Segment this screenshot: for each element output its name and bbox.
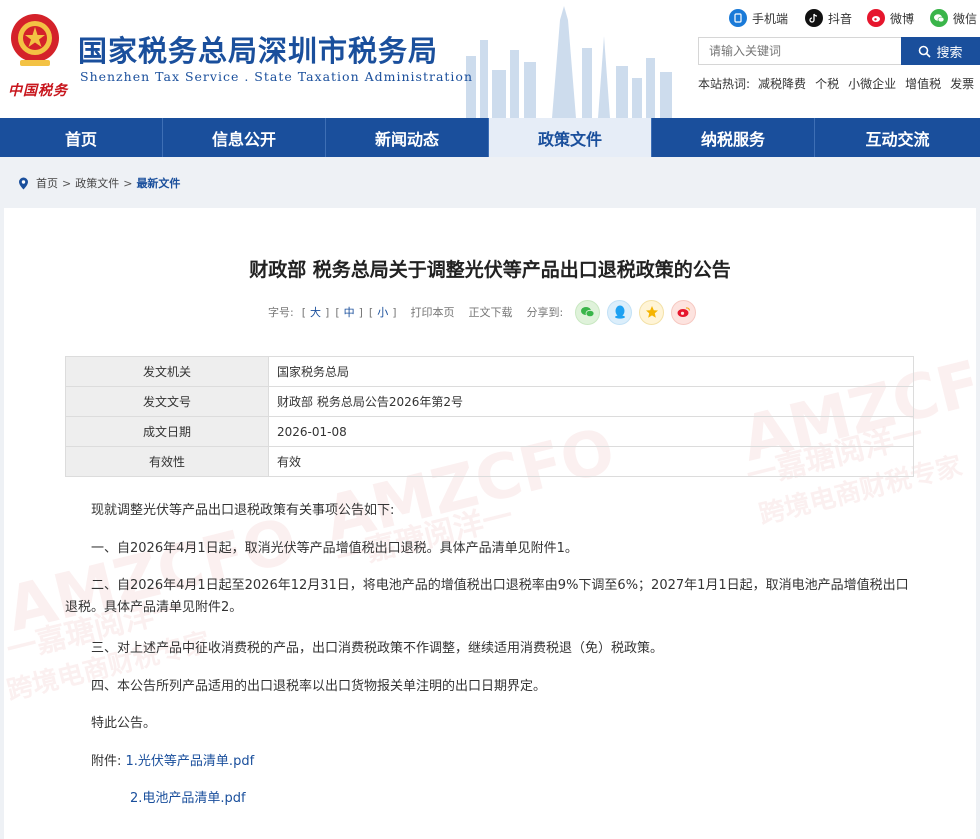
print-page-link[interactable]: 打印本页 bbox=[411, 304, 455, 320]
search-input[interactable] bbox=[698, 37, 901, 65]
mobile-icon bbox=[729, 9, 747, 27]
social-wechat-link[interactable]: 微信 bbox=[930, 9, 977, 27]
national-emblem-icon bbox=[11, 14, 59, 66]
share-qzone-icon[interactable] bbox=[639, 299, 665, 325]
attachment-label: 附件: bbox=[91, 754, 122, 769]
breadcrumb-separator: > bbox=[123, 176, 133, 190]
body-intro: 现就调整光伏等产品出口退税政策有关事项公告如下: bbox=[91, 503, 395, 518]
attachment-row-1: 附件: 1.光伏等产品清单.pdf bbox=[91, 751, 691, 773]
table-row: 有效性 有效 bbox=[65, 446, 914, 477]
nav-item-news[interactable]: 新闻动态 bbox=[326, 118, 489, 157]
font-size-small[interactable]: 小 bbox=[377, 304, 388, 320]
meta-value: 2026-01-08 bbox=[268, 416, 914, 447]
wechat-icon bbox=[930, 9, 948, 27]
download-body-link[interactable]: 正文下载 bbox=[469, 304, 513, 320]
nav-item-interaction[interactable]: 互动交流 bbox=[815, 118, 980, 157]
meta-value: 财政部 税务总局公告2026年第2号 bbox=[268, 386, 914, 417]
social-douyin-link[interactable]: 抖音 bbox=[805, 9, 852, 27]
share-label: 分享到: bbox=[526, 306, 564, 319]
share-weibo-icon[interactable] bbox=[671, 299, 697, 325]
site-subtitle: Shenzhen Tax Service . State Taxation Ad… bbox=[80, 69, 473, 84]
breadcrumb-policy[interactable]: 政策文件 bbox=[75, 175, 119, 191]
weibo-icon bbox=[867, 9, 885, 27]
body-closing: 特此公告。 bbox=[91, 716, 157, 731]
meta-key: 发文机关 bbox=[65, 356, 269, 387]
meta-key: 有效性 bbox=[65, 446, 269, 477]
hot-keyword[interactable]: 小微企业 bbox=[848, 77, 896, 91]
social-mobile-link[interactable]: 手机端 bbox=[729, 9, 788, 27]
search-icon bbox=[919, 45, 932, 58]
table-row: 成文日期 2026-01-08 bbox=[65, 416, 914, 447]
nav-item-info[interactable]: 信息公开 bbox=[163, 118, 326, 157]
hot-keyword[interactable]: 个税 bbox=[815, 77, 839, 91]
meta-value: 国家税务总局 bbox=[268, 356, 914, 387]
font-size-large[interactable]: 大 bbox=[310, 304, 321, 320]
body-paragraph-3: 三、对上述产品中征收消费税的产品，出口消费税政策不作调整，继续适用消费税退（免）… bbox=[91, 641, 664, 656]
article-card: AMZCFO 一嘉瑭阅洋一 跨境电商财税专家 AMZCFO 一嘉瑭阅洋一 AMZ… bbox=[4, 208, 976, 839]
nav-item-policy[interactable]: 政策文件 bbox=[489, 118, 652, 157]
hot-keywords: 本站热词: 减税降费 个税 小微企业 增值税 发票 bbox=[698, 75, 980, 92]
location-pin-icon bbox=[19, 177, 28, 189]
share-qq-icon[interactable] bbox=[607, 299, 633, 325]
breadcrumb: 首页 > 政策文件 > 最新文件 bbox=[18, 175, 180, 191]
body-paragraph-1: 一、自2026年4月1日起，取消光伏等产品增值税出口退税。具体产品清单见附件1。 bbox=[91, 541, 578, 556]
font-size-medium[interactable]: 中 bbox=[344, 304, 355, 320]
social-wechat-label: 微信 bbox=[953, 11, 978, 26]
breadcrumb-home[interactable]: 首页 bbox=[36, 175, 58, 191]
breadcrumb-separator: > bbox=[62, 176, 72, 190]
meta-key: 成文日期 bbox=[65, 416, 269, 447]
hot-keyword[interactable]: 增值税 bbox=[905, 77, 941, 91]
article-toolbar: 字号: [大] [中] [小] 打印本页 正文下载 分享到: bbox=[268, 299, 697, 325]
meta-value: 有效 bbox=[268, 446, 914, 477]
site-title: 国家税务总局深圳市税务局 bbox=[78, 34, 439, 68]
article-title: 财政部 税务总局关于调整光伏等产品出口退税政策的公告 bbox=[249, 259, 731, 281]
city-skyline-decoration bbox=[466, 6, 672, 118]
table-row: 发文机关 国家税务总局 bbox=[65, 356, 914, 387]
document-meta-table: 发文机关 国家税务总局 发文文号 财政部 税务总局公告2026年第2号 成文日期… bbox=[65, 356, 914, 477]
attachment-row-2: 2.电池产品清单.pdf bbox=[130, 788, 630, 810]
breadcrumb-current[interactable]: 最新文件 bbox=[136, 175, 180, 191]
body-paragraph-2: 二、自2026年4月1日起至2026年12月31日，将电池产品的增值税出口退税率… bbox=[65, 578, 909, 615]
social-weibo-label: 微博 bbox=[890, 11, 915, 26]
hot-keyword[interactable]: 减税降费 bbox=[758, 77, 806, 91]
china-tax-mark: 中国税务 bbox=[8, 83, 68, 99]
social-weibo-link[interactable]: 微博 bbox=[867, 9, 914, 27]
hot-keyword[interactable]: 发票 bbox=[950, 77, 974, 91]
attachment-link-1[interactable]: 1.光伏等产品清单.pdf bbox=[126, 754, 255, 769]
body-paragraph-4: 四、本公告所列产品适用的出口退税率以出口货物报关单注明的出口日期界定。 bbox=[91, 679, 547, 694]
meta-key: 发文文号 bbox=[65, 386, 269, 417]
search-button-label: 搜索 bbox=[936, 45, 963, 61]
social-douyin-label: 抖音 bbox=[828, 11, 853, 26]
douyin-icon bbox=[805, 9, 823, 27]
nav-item-home[interactable]: 首页 bbox=[0, 118, 163, 157]
search-button[interactable]: 搜索 bbox=[901, 37, 980, 65]
main-nav: 首页 信息公开 新闻动态 政策文件 纳税服务 互动交流 bbox=[0, 118, 980, 157]
table-row: 发文文号 财政部 税务总局公告2026年第2号 bbox=[65, 386, 914, 417]
hot-keywords-label: 本站热词: bbox=[698, 77, 751, 91]
nav-item-service[interactable]: 纳税服务 bbox=[652, 118, 815, 157]
share-wechat-icon[interactable] bbox=[575, 299, 601, 325]
site-header: 中国税务 国家税务总局深圳市税务局 Shenzhen Tax Service .… bbox=[0, 0, 980, 118]
font-size-label: 字号: bbox=[268, 306, 294, 319]
social-mobile-label: 手机端 bbox=[752, 11, 789, 26]
attachment-link-2[interactable]: 2.电池产品清单.pdf bbox=[130, 791, 246, 806]
